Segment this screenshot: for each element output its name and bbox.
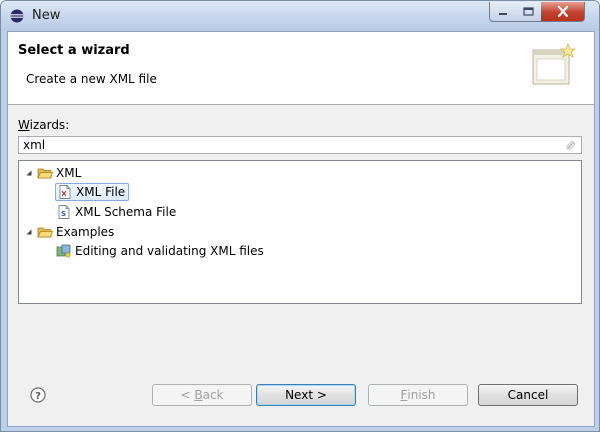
new-wizard-dialog: New Select a wizard Create a new XML fil… [0,0,600,432]
open-folder-icon [37,168,53,179]
window-title: New [32,8,61,23]
dialog-body: Select a wizard Create a new XML file Wi… [7,31,595,427]
title-bar[interactable]: New [1,1,599,31]
back-button-mnemonic: B [194,388,203,402]
new-wizard-banner-icon [532,42,576,85]
wizards-label: Wizards: [18,118,69,132]
next-button-label: Next > [285,388,327,402]
wizard-filter-box[interactable] [18,136,582,154]
xml-file-icon [59,185,71,199]
wizard-filter-input[interactable] [23,137,553,153]
minimize-icon [499,12,507,15]
svg-text:?: ? [35,391,41,402]
clear-filter-icon[interactable] [565,139,577,151]
close-button[interactable] [541,2,585,22]
cancel-button-label: Cancel [507,388,549,402]
finish-button[interactable]: Finish [368,384,468,406]
back-button-prefix: < [180,388,195,402]
tree-item-xml-file[interactable]: XML File [55,183,130,201]
header-subtitle: Create a new XML file [26,72,157,86]
expanded-triangle-icon[interactable] [25,228,33,236]
cancel-button[interactable]: Cancel [478,384,578,406]
tree-node-label: Examples [56,225,115,239]
tree-item-label: XML File [76,185,126,199]
tree-node-examples[interactable]: Examples [25,223,114,241]
finish-button-mnemonic: F [400,388,408,402]
svg-text:S: S [61,210,66,218]
maximize-icon [522,7,534,16]
tree-item-xml-schema-file[interactable]: S XML Schema File [56,203,176,221]
back-button-label: ack [202,388,224,402]
eclipse-app-icon [10,9,24,23]
open-folder-icon [37,227,53,238]
finish-button-label: inish [407,388,436,402]
wizard-tree[interactable]: XML XML File S XML Schema File Examples … [18,160,582,304]
xml-schema-file-icon: S [58,205,70,219]
wizards-label-text: izards: [29,118,70,132]
close-icon [557,6,568,17]
tree-item-label: Editing and validating XML files [75,244,264,258]
wizards-label-mnemonic: W [18,118,30,132]
header-title: Select a wizard [18,43,130,58]
tree-item-editing-validating-xml[interactable]: Editing and validating XML files [56,242,264,260]
expanded-triangle-icon[interactable] [25,169,33,177]
tree-node-label: XML [56,166,82,180]
tree-node-xml[interactable]: XML [25,164,81,182]
back-button[interactable]: < Back [152,384,252,406]
help-icon[interactable]: ? [30,387,46,403]
tree-item-label: XML Schema File [75,205,177,219]
minimize-button[interactable] [489,2,517,22]
tree-selection-highlight[interactable]: XML File [55,183,130,201]
maximize-button[interactable] [515,2,542,22]
wizard-header: Select a wizard Create a new XML file [8,32,594,105]
example-project-icon [56,244,71,258]
next-button[interactable]: Next > [256,384,356,406]
